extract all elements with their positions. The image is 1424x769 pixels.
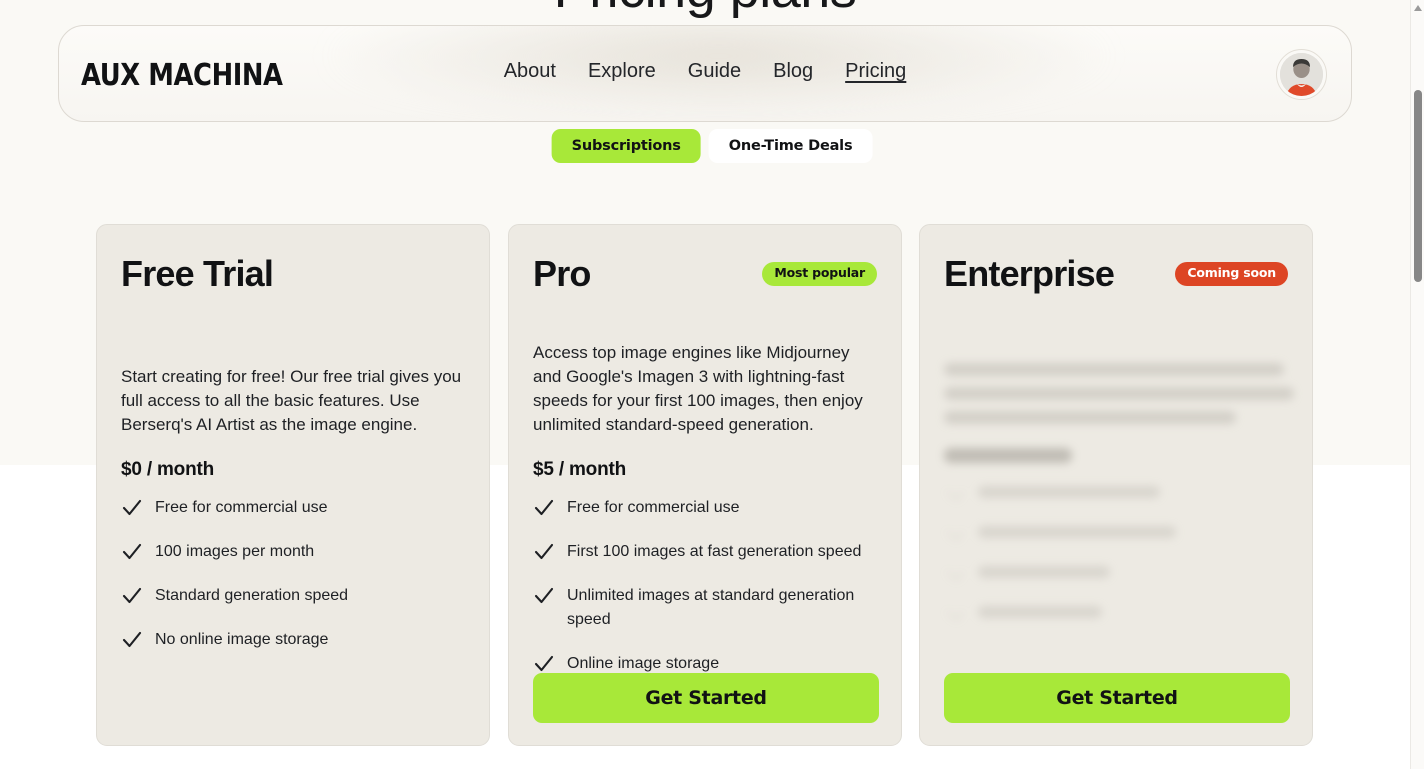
plan-description: Access top image engines like Midjourney…: [533, 343, 863, 434]
feature-label: Free for commercial use: [567, 499, 740, 516]
check-icon: [534, 587, 554, 604]
site-header: AUX MACHINA About Explore Guide Blog Pri…: [58, 25, 1352, 122]
feature-item: 100 images per month: [121, 540, 473, 564]
scroll-up-arrow-icon[interactable]: [1414, 5, 1422, 11]
feature-item-redacted: [944, 481, 1296, 501]
check-icon: [946, 483, 964, 501]
plan-title: Free Trial: [121, 253, 274, 294]
check-icon: [122, 631, 142, 648]
main-navigation: About Explore Guide Blog Pricing: [504, 60, 907, 83]
vertical-scrollbar[interactable]: [1410, 0, 1424, 769]
avatar: [1280, 53, 1323, 96]
toggle-subscriptions[interactable]: Subscriptions: [551, 129, 701, 163]
check-icon: [122, 543, 142, 560]
check-icon: [946, 603, 964, 621]
plan-description: Start creating for free! Our free trial …: [121, 367, 462, 434]
nav-item-about[interactable]: About: [504, 60, 556, 83]
plan-title: Pro: [533, 253, 591, 294]
get-started-button[interactable]: Get Started: [944, 673, 1290, 723]
plan-price: $5 / month: [533, 459, 627, 480]
plan-price: $0 / month: [121, 459, 215, 480]
get-started-button[interactable]: Get Started: [533, 673, 879, 723]
scrollbar-thumb[interactable]: [1414, 90, 1422, 282]
feature-item: Standard generation speed: [121, 584, 473, 608]
feature-item-redacted: [944, 561, 1296, 581]
feature-item: No online image storage: [121, 628, 473, 652]
check-icon: [122, 499, 142, 516]
plan-card-header: Enterprise Coming soon: [944, 251, 1288, 297]
plan-card-free-trial: Free Trial Start creating for free! Our …: [96, 224, 490, 746]
status-badge-coming-soon: Coming soon: [1175, 262, 1288, 286]
plan-type-toggle: Subscriptions One-Time Deals: [551, 129, 873, 163]
plan-card-enterprise: Enterprise Coming soon Get Started: [919, 224, 1313, 746]
avatar-button[interactable]: [1276, 49, 1327, 100]
feature-label: 100 images per month: [155, 543, 315, 560]
plan-card-pro: Pro Most popular Access top image engine…: [508, 224, 902, 746]
toggle-one-time-deals[interactable]: One-Time Deals: [708, 129, 873, 163]
feature-item-redacted: [944, 521, 1296, 541]
site-logo[interactable]: AUX MACHINA: [81, 58, 283, 93]
feature-item: Free for commercial use: [533, 496, 885, 520]
nav-item-explore[interactable]: Explore: [588, 60, 656, 83]
check-icon: [946, 563, 964, 581]
avatar-photo-icon: [1280, 53, 1323, 96]
plan-feature-list: Free for commercial use 100 images per m…: [121, 496, 473, 652]
status-badge-most-popular: Most popular: [762, 262, 877, 286]
plan-price-redacted: [944, 448, 1288, 463]
check-icon: [534, 499, 554, 516]
feature-item: First 100 images at fast generation spee…: [533, 540, 885, 564]
nav-item-guide[interactable]: Guide: [688, 60, 741, 83]
nav-item-pricing[interactable]: Pricing: [845, 60, 906, 83]
plan-feature-list: Free for commercial use First 100 images…: [533, 496, 885, 676]
check-icon: [534, 543, 554, 560]
plan-description-redacted: [944, 363, 1294, 424]
feature-label: Standard generation speed: [155, 587, 349, 604]
feature-label: No online image storage: [155, 631, 329, 648]
check-icon: [122, 587, 142, 604]
feature-item: Free for commercial use: [121, 496, 473, 520]
plan-feature-list-redacted: [944, 481, 1296, 621]
feature-item: Unlimited images at standard generation …: [533, 584, 885, 632]
feature-label: Unlimited images at standard generation …: [567, 587, 855, 628]
plan-card-header: Pro Most popular: [533, 251, 877, 297]
plan-title: Enterprise: [944, 253, 1115, 294]
feature-item-redacted: [944, 601, 1296, 621]
nav-item-blog[interactable]: Blog: [773, 60, 813, 83]
page-title: Pricing plans: [0, 0, 1410, 20]
feature-label: Free for commercial use: [155, 499, 328, 516]
plan-card-header: Free Trial: [121, 251, 465, 297]
feature-label: First 100 images at fast generation spee…: [567, 543, 862, 560]
check-icon: [946, 523, 964, 541]
